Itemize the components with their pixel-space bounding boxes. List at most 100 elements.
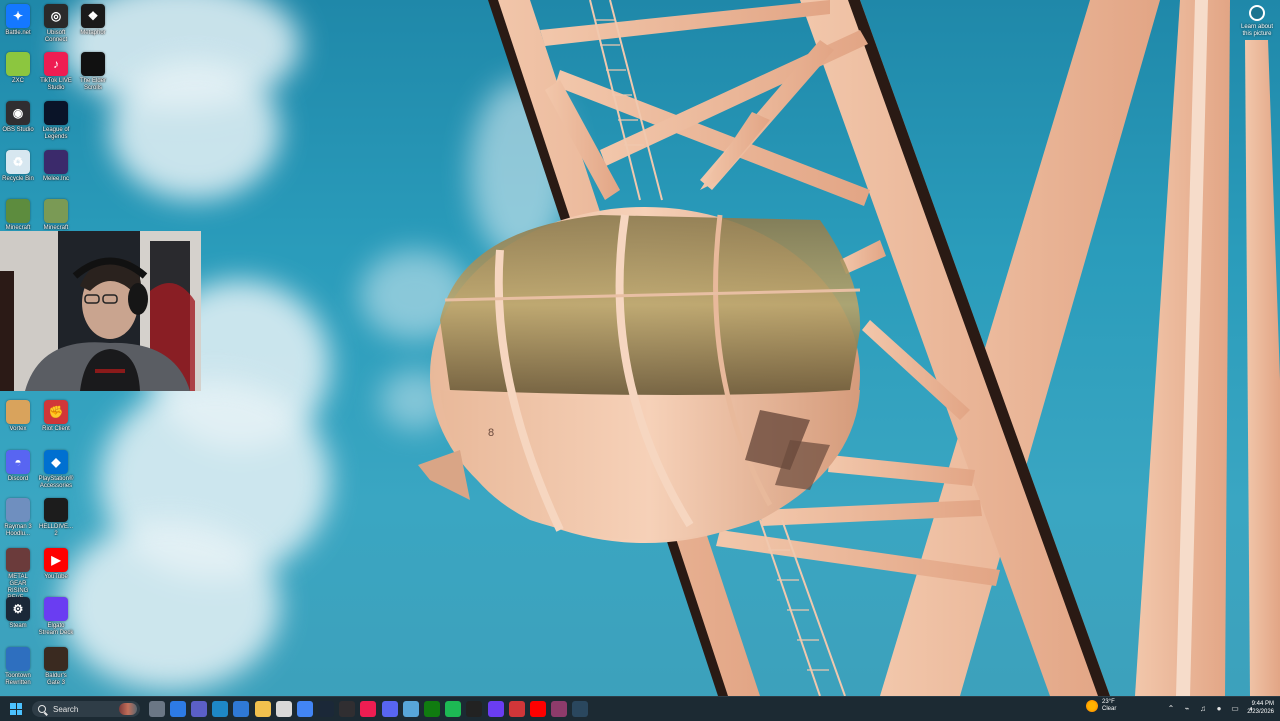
steam-icon[interactable] xyxy=(572,701,589,717)
desktop-icon-label: Battle.net xyxy=(5,30,31,36)
recycle-bin-icon: ♻ xyxy=(6,150,30,174)
desktop-icon-paw[interactable]: ❖ Metaphor xyxy=(75,4,111,37)
file-explorer-icon[interactable] xyxy=(148,701,165,717)
steam-icon: ⚙ xyxy=(6,597,30,621)
desktop-icon-melee[interactable]: Melee.Inc xyxy=(38,150,74,183)
melee-icon xyxy=(44,150,68,174)
weather-widget[interactable]: 23°F Clear xyxy=(1086,699,1116,713)
desktop-icon-label: Recycle Bin xyxy=(2,176,34,182)
learn-about-picture-widget[interactable]: Learn about this picture xyxy=(1240,5,1274,38)
edge-icon[interactable] xyxy=(212,701,229,717)
weather-condition: Clear xyxy=(1102,706,1117,712)
tiktok-icon: ♪ xyxy=(44,52,68,76)
lightbulb-icon[interactable] xyxy=(275,701,292,717)
taskbar-apps xyxy=(146,701,591,717)
stream-deck-icon[interactable] xyxy=(487,701,504,717)
desktop-icon-minecraft[interactable]: Minecraft xyxy=(0,199,36,232)
start-button[interactable] xyxy=(4,697,28,721)
mic-icon[interactable]: ● xyxy=(1214,703,1224,713)
desktop-icon-helldivers[interactable]: HELLDIVE... 2 xyxy=(38,498,74,538)
desktop-icon-label: Baldur's Gate 3 xyxy=(45,673,67,686)
minecraft-icon xyxy=(6,199,30,223)
desktop-icon-youtube[interactable]: ▶ YouTube xyxy=(38,548,74,581)
capcut-icon[interactable] xyxy=(466,701,483,717)
desktop-icon-label: Rayman 3 Hoodlu... xyxy=(4,524,32,537)
desktop-icon-zxc[interactable]: ZXC xyxy=(0,52,36,85)
xbox-icon[interactable] xyxy=(424,701,441,717)
discord-icon: ◓ xyxy=(6,450,30,474)
desktop-icon-label: Metaphor xyxy=(80,30,106,36)
desktop-icon-rayman[interactable]: Rayman 3 Hoodlu... xyxy=(0,498,36,538)
desktop-icon-league[interactable]: League of Legends xyxy=(38,101,74,141)
desktop-icon-label: Vortex xyxy=(9,426,27,432)
battery-icon[interactable]: ▭ xyxy=(1230,703,1240,713)
clock-date: 2/23/2026 xyxy=(1247,709,1274,715)
search-placeholder: Search xyxy=(53,704,79,714)
teams-icon[interactable] xyxy=(190,701,207,717)
desktop-icon-label: League of Legends xyxy=(42,127,70,140)
app-icon[interactable] xyxy=(551,701,568,717)
desktop-icon-label: The Elder Scrolls xyxy=(79,78,106,91)
riot-icon: ✊ xyxy=(44,400,68,424)
taskbar-search[interactable]: Search xyxy=(32,701,140,717)
desktop-icon-playstation[interactable]: ◆ PlayStation® Accessories xyxy=(38,450,74,490)
elder-scrolls-icon xyxy=(81,52,105,76)
riot-icon[interactable] xyxy=(508,701,525,717)
toontown-icon xyxy=(6,647,30,671)
clock-time: 9:44 PM xyxy=(1251,701,1274,707)
league-icon xyxy=(44,101,68,125)
desktop-icon-obs[interactable]: ◉ OBS Studio xyxy=(0,101,36,134)
obs-icon: ◉ xyxy=(6,101,30,125)
webcam-overlay xyxy=(0,231,201,391)
desktop-icon-label: Riot Client xyxy=(42,426,70,432)
notepad-icon[interactable] xyxy=(402,701,419,717)
desktop-icon-label: YouTube xyxy=(44,574,68,580)
ubisoft-icon: ◎ xyxy=(44,4,68,28)
desktop-icon-recycle-bin[interactable]: ♻ Recycle Bin xyxy=(0,150,36,183)
desktop-icon-discord[interactable]: ◓ Discord xyxy=(0,450,36,483)
steam-icon[interactable] xyxy=(318,701,335,717)
desktop-icon-label: Ubisoft Connect xyxy=(44,30,68,43)
obs-icon[interactable] xyxy=(339,701,356,717)
vortex-icon xyxy=(6,400,30,424)
desktop-icon-label: Steam xyxy=(9,623,27,629)
desktop-icon-tiktok[interactable]: ♪ TikTok LIVE Studio xyxy=(38,52,74,92)
playstation-icon: ◆ xyxy=(44,450,68,474)
copilot-icon[interactable] xyxy=(169,701,186,717)
spotify-icon[interactable] xyxy=(445,701,462,717)
youtube-icon[interactable] xyxy=(529,701,546,717)
desktop-icon-metal-gear[interactable]: METAL GEAR RISING REVE... xyxy=(0,548,36,602)
tiktok-icon[interactable] xyxy=(360,701,377,717)
desktop-icon-ubisoft[interactable]: ◎ Ubisoft Connect xyxy=(38,4,74,44)
search-icon xyxy=(38,705,46,713)
taskbar: Search 23°F Clear ⌃ ⌁ ♫ ● ▭ ◖ 9:44 PM 2/23/20… xyxy=(0,696,1280,721)
network-icon[interactable]: ⌁ xyxy=(1182,703,1192,713)
desktop-icon-vortex[interactable]: Vortex xyxy=(0,400,36,433)
desktop-icon-label: ZXC xyxy=(12,78,24,84)
discord-icon[interactable] xyxy=(381,701,398,717)
stream-deck-icon xyxy=(44,597,68,621)
speaker-icon[interactable]: ♫ xyxy=(1198,703,1208,713)
desktop-icon-label: PlayStation® Accessories xyxy=(38,476,74,489)
rayman-icon xyxy=(6,498,30,522)
desktop-icon-battlenet[interactable]: ✦ Battle.net xyxy=(0,4,36,37)
helldivers-icon xyxy=(44,498,68,522)
desktop-icon-label: TikTok LIVE Studio xyxy=(40,78,72,91)
store-icon[interactable] xyxy=(233,701,250,717)
weather-temp: 23°F xyxy=(1102,699,1115,705)
desktop-icon-stream-deck[interactable]: Elgato Stream Deck xyxy=(38,597,74,637)
taskbar-clock[interactable]: 9:44 PM 2/23/2026 xyxy=(1244,700,1274,716)
desktop-icon-elder-scrolls[interactable]: The Elder Scrolls xyxy=(75,52,111,92)
folder-icon[interactable] xyxy=(254,701,271,717)
youtube-icon: ▶ xyxy=(44,548,68,572)
desktop-icon-label: OBS Studio xyxy=(2,127,34,133)
desktop-icon-steam[interactable]: ⚙ Steam xyxy=(0,597,36,630)
desktop-icon-baldurs-gate[interactable]: Baldur's Gate 3 xyxy=(38,647,74,687)
desktop-icon-minecraft[interactable]: Minecraft xyxy=(38,199,74,232)
chevron-up-icon[interactable]: ⌃ xyxy=(1166,703,1176,713)
baldurs-gate-icon xyxy=(44,647,68,671)
chrome-icon[interactable] xyxy=(296,701,313,717)
desktop-icon-toontown[interactable]: Toontown Rewritten xyxy=(0,647,36,687)
zxc-icon xyxy=(6,52,30,76)
desktop-icon-riot[interactable]: ✊ Riot Client xyxy=(38,400,74,433)
